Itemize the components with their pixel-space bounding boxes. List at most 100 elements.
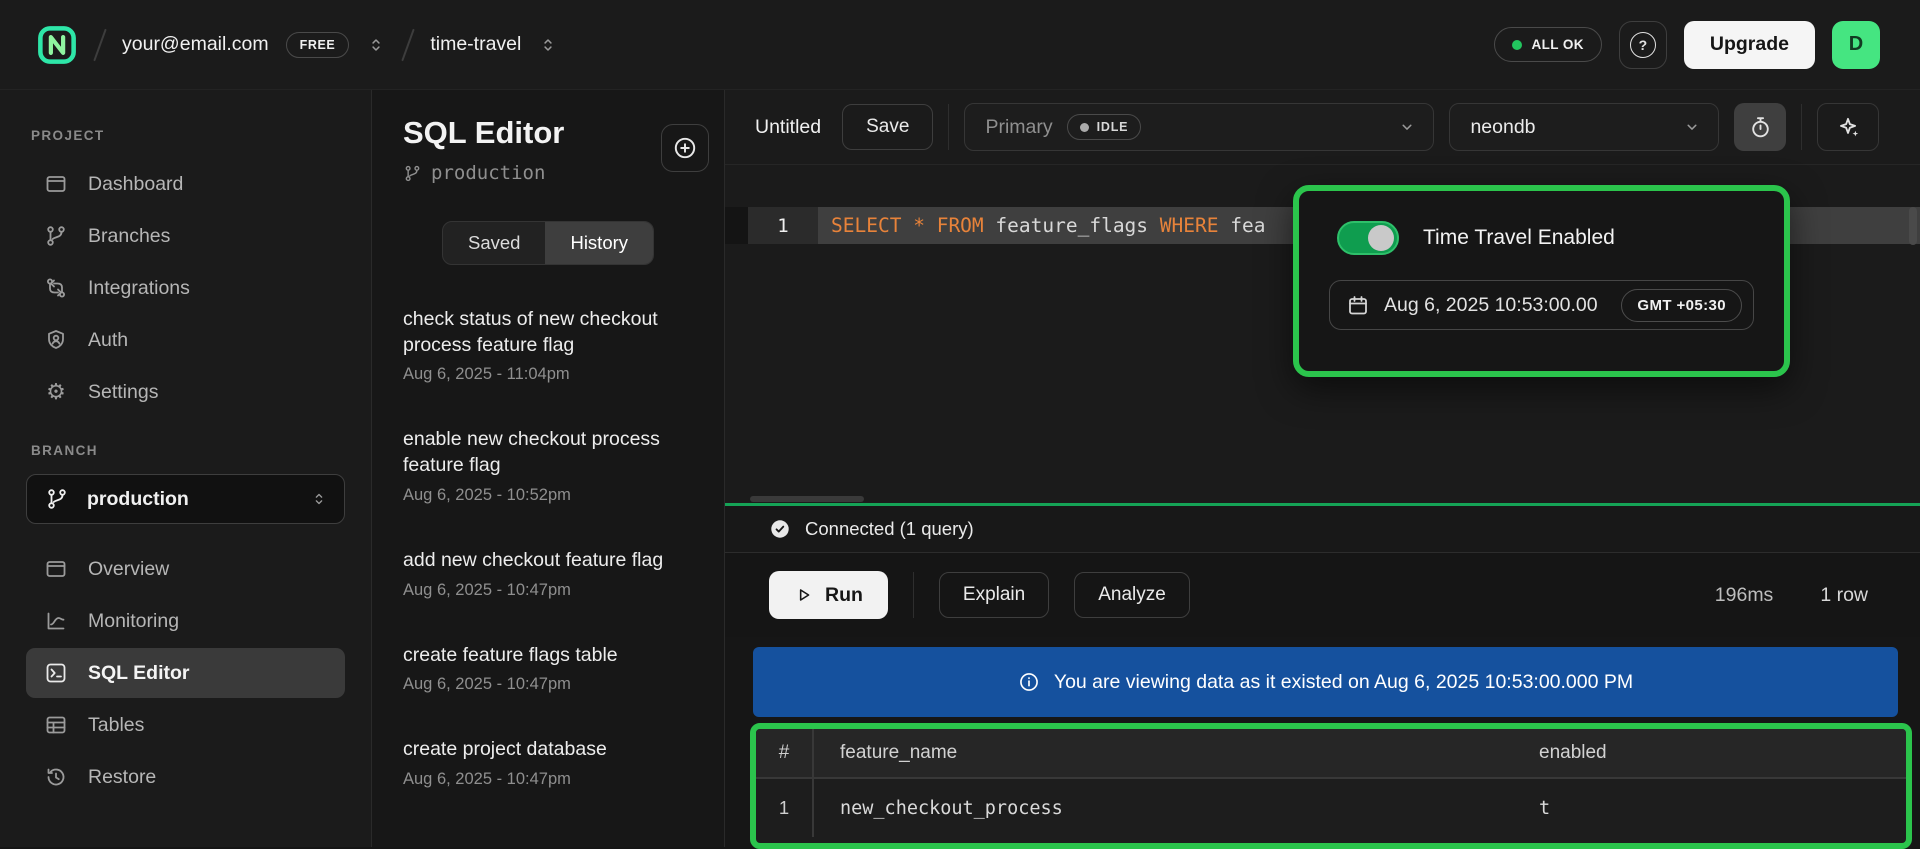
integrations-icon (44, 276, 68, 300)
avatar[interactable]: D (1832, 21, 1880, 69)
chevron-down-icon (1397, 117, 1417, 137)
cell-feature-name: new_checkout_process (814, 779, 1539, 837)
sidebar-item-settings[interactable]: ⚙ Settings (26, 367, 345, 417)
history-item[interactable]: add new checkout feature flag Aug 6, 202… (403, 548, 700, 600)
time-travel-button[interactable] (1734, 103, 1786, 151)
cell-index: 1 (756, 779, 814, 837)
sidebar-item-monitoring[interactable]: Monitoring (26, 596, 345, 646)
status-badge[interactable]: ALL OK (1494, 27, 1601, 62)
toggle-knob (1368, 225, 1394, 251)
project-section-label: PROJECT (31, 128, 371, 143)
chart-icon (44, 609, 68, 633)
history-item[interactable]: enable new checkout process feature flag… (403, 427, 700, 504)
account-email[interactable]: your@email.com (122, 33, 269, 56)
play-icon (794, 585, 814, 605)
sidebar-item-restore[interactable]: Restore (26, 752, 345, 802)
question-icon: ? (1630, 32, 1656, 58)
sidebar-item-sql-editor[interactable]: SQL Editor (26, 648, 345, 698)
info-icon (1018, 671, 1040, 693)
idle-dot-icon (1080, 123, 1089, 132)
plan-badge: FREE (286, 32, 350, 58)
table-icon (44, 713, 68, 737)
connection-status: Connected (1 query) (805, 518, 974, 540)
window-icon (44, 172, 68, 196)
sidebar-item-dashboard[interactable]: Dashboard (26, 159, 345, 209)
history-list: check status of new checkout process fea… (403, 307, 700, 789)
sidebar-item-tables[interactable]: Tables (26, 700, 345, 750)
calendar-icon (1346, 293, 1370, 317)
sidebar-item-auth[interactable]: Auth (26, 315, 345, 365)
time-travel-toggle[interactable] (1337, 221, 1399, 255)
history-item[interactable]: check status of new checkout process fea… (403, 307, 700, 384)
save-button[interactable]: Save (842, 104, 933, 150)
sidebar-item-overview[interactable]: Overview (26, 544, 345, 594)
table-header-row: # feature_name enabled (756, 729, 1906, 779)
saved-history-tabs: Saved History (442, 221, 654, 265)
neon-logo-icon[interactable] (36, 24, 78, 66)
time-travel-banner: You are viewing data as it existed on Au… (753, 647, 1898, 717)
vertical-scrollbar[interactable] (1909, 207, 1917, 245)
shield-user-icon (44, 328, 68, 352)
compute-selector[interactable]: Primary IDLE (964, 103, 1434, 151)
time-travel-label: Time Travel Enabled (1423, 226, 1615, 250)
project-name[interactable]: time-travel (430, 33, 521, 56)
tab-history[interactable]: History (545, 222, 653, 264)
divider (948, 104, 949, 150)
breadcrumb-separator (402, 28, 416, 61)
results-panel: Connected (1 query) Run Explain Analyze … (725, 503, 1920, 847)
horizontal-scrollbar[interactable] (750, 496, 864, 502)
circle-plus-icon (672, 135, 698, 161)
analyze-button[interactable]: Analyze (1074, 572, 1190, 618)
sidebar: PROJECT Dashboard Branches Integrations … (0, 90, 372, 847)
query-tab-title[interactable]: Untitled (749, 116, 827, 139)
help-button[interactable]: ? (1619, 21, 1667, 69)
project-switcher-icon[interactable] (538, 35, 558, 55)
cell-enabled: t (1539, 779, 1906, 837)
top-bar: your@email.com FREE time-travel ALL OK ?… (0, 0, 1920, 90)
sql-editor-panel: SQL Editor production Saved History chec… (372, 90, 725, 847)
sparkles-icon (1835, 114, 1861, 140)
window-icon (44, 557, 68, 581)
sidebar-item-integrations[interactable]: Integrations (26, 263, 345, 313)
editor-header: Untitled Save Primary IDLE neondb (725, 90, 1920, 165)
terminal-icon (44, 661, 68, 685)
header-enabled: enabled (1539, 729, 1906, 777)
check-circle-icon (769, 518, 791, 540)
sidebar-item-branches[interactable]: Branches (26, 211, 345, 261)
connection-bar: Connected (1 query) (725, 506, 1920, 553)
header-index: # (756, 729, 814, 777)
history-item[interactable]: create project database Aug 6, 2025 - 10… (403, 737, 700, 789)
time-travel-popup: Time Travel Enabled Aug 6, 2025 10:53:00… (1293, 185, 1790, 377)
account-switcher-icon[interactable] (366, 35, 386, 55)
gear-icon: ⚙ (44, 381, 68, 403)
database-selector[interactable]: neondb (1449, 103, 1719, 151)
line-number: 1 (748, 207, 818, 244)
datetime-value: Aug 6, 2025 10:53:00.00 (1384, 294, 1607, 317)
git-branch-icon (403, 164, 422, 183)
datetime-picker[interactable]: Aug 6, 2025 10:53:00.00 GMT +05:30 (1329, 280, 1754, 330)
tab-saved[interactable]: Saved (443, 222, 545, 264)
branch-selector[interactable]: production (26, 474, 345, 524)
ai-assist-button[interactable] (1817, 103, 1879, 151)
history-item[interactable]: create feature flags table Aug 6, 2025 -… (403, 643, 700, 695)
branch-selector-value: production (87, 488, 189, 511)
upgrade-button[interactable]: Upgrade (1684, 21, 1815, 69)
select-arrows-icon (310, 490, 328, 508)
timezone-badge[interactable]: GMT +05:30 (1621, 289, 1742, 322)
git-branch-icon (45, 487, 69, 511)
breadcrumb-separator (93, 28, 107, 61)
table-row[interactable]: 1 new_checkout_process t (756, 779, 1906, 837)
history-clock-icon (44, 765, 68, 789)
explain-button[interactable]: Explain (939, 572, 1049, 618)
divider (1801, 104, 1802, 150)
stopwatch-icon (1748, 115, 1773, 140)
new-query-button[interactable] (661, 124, 709, 172)
branch-section-label: BRANCH (31, 443, 371, 458)
query-actions: Run Explain Analyze 196ms 1 row (725, 553, 1920, 637)
run-button[interactable]: Run (769, 571, 888, 619)
editor-pane: Untitled Save Primary IDLE neondb (725, 90, 1920, 847)
results-table: # feature_name enabled 1 new_checkout_pr… (750, 723, 1912, 849)
row-count: 1 row (1820, 584, 1868, 607)
compute-status-badge: IDLE (1067, 114, 1142, 140)
chevron-down-icon (1682, 117, 1702, 137)
